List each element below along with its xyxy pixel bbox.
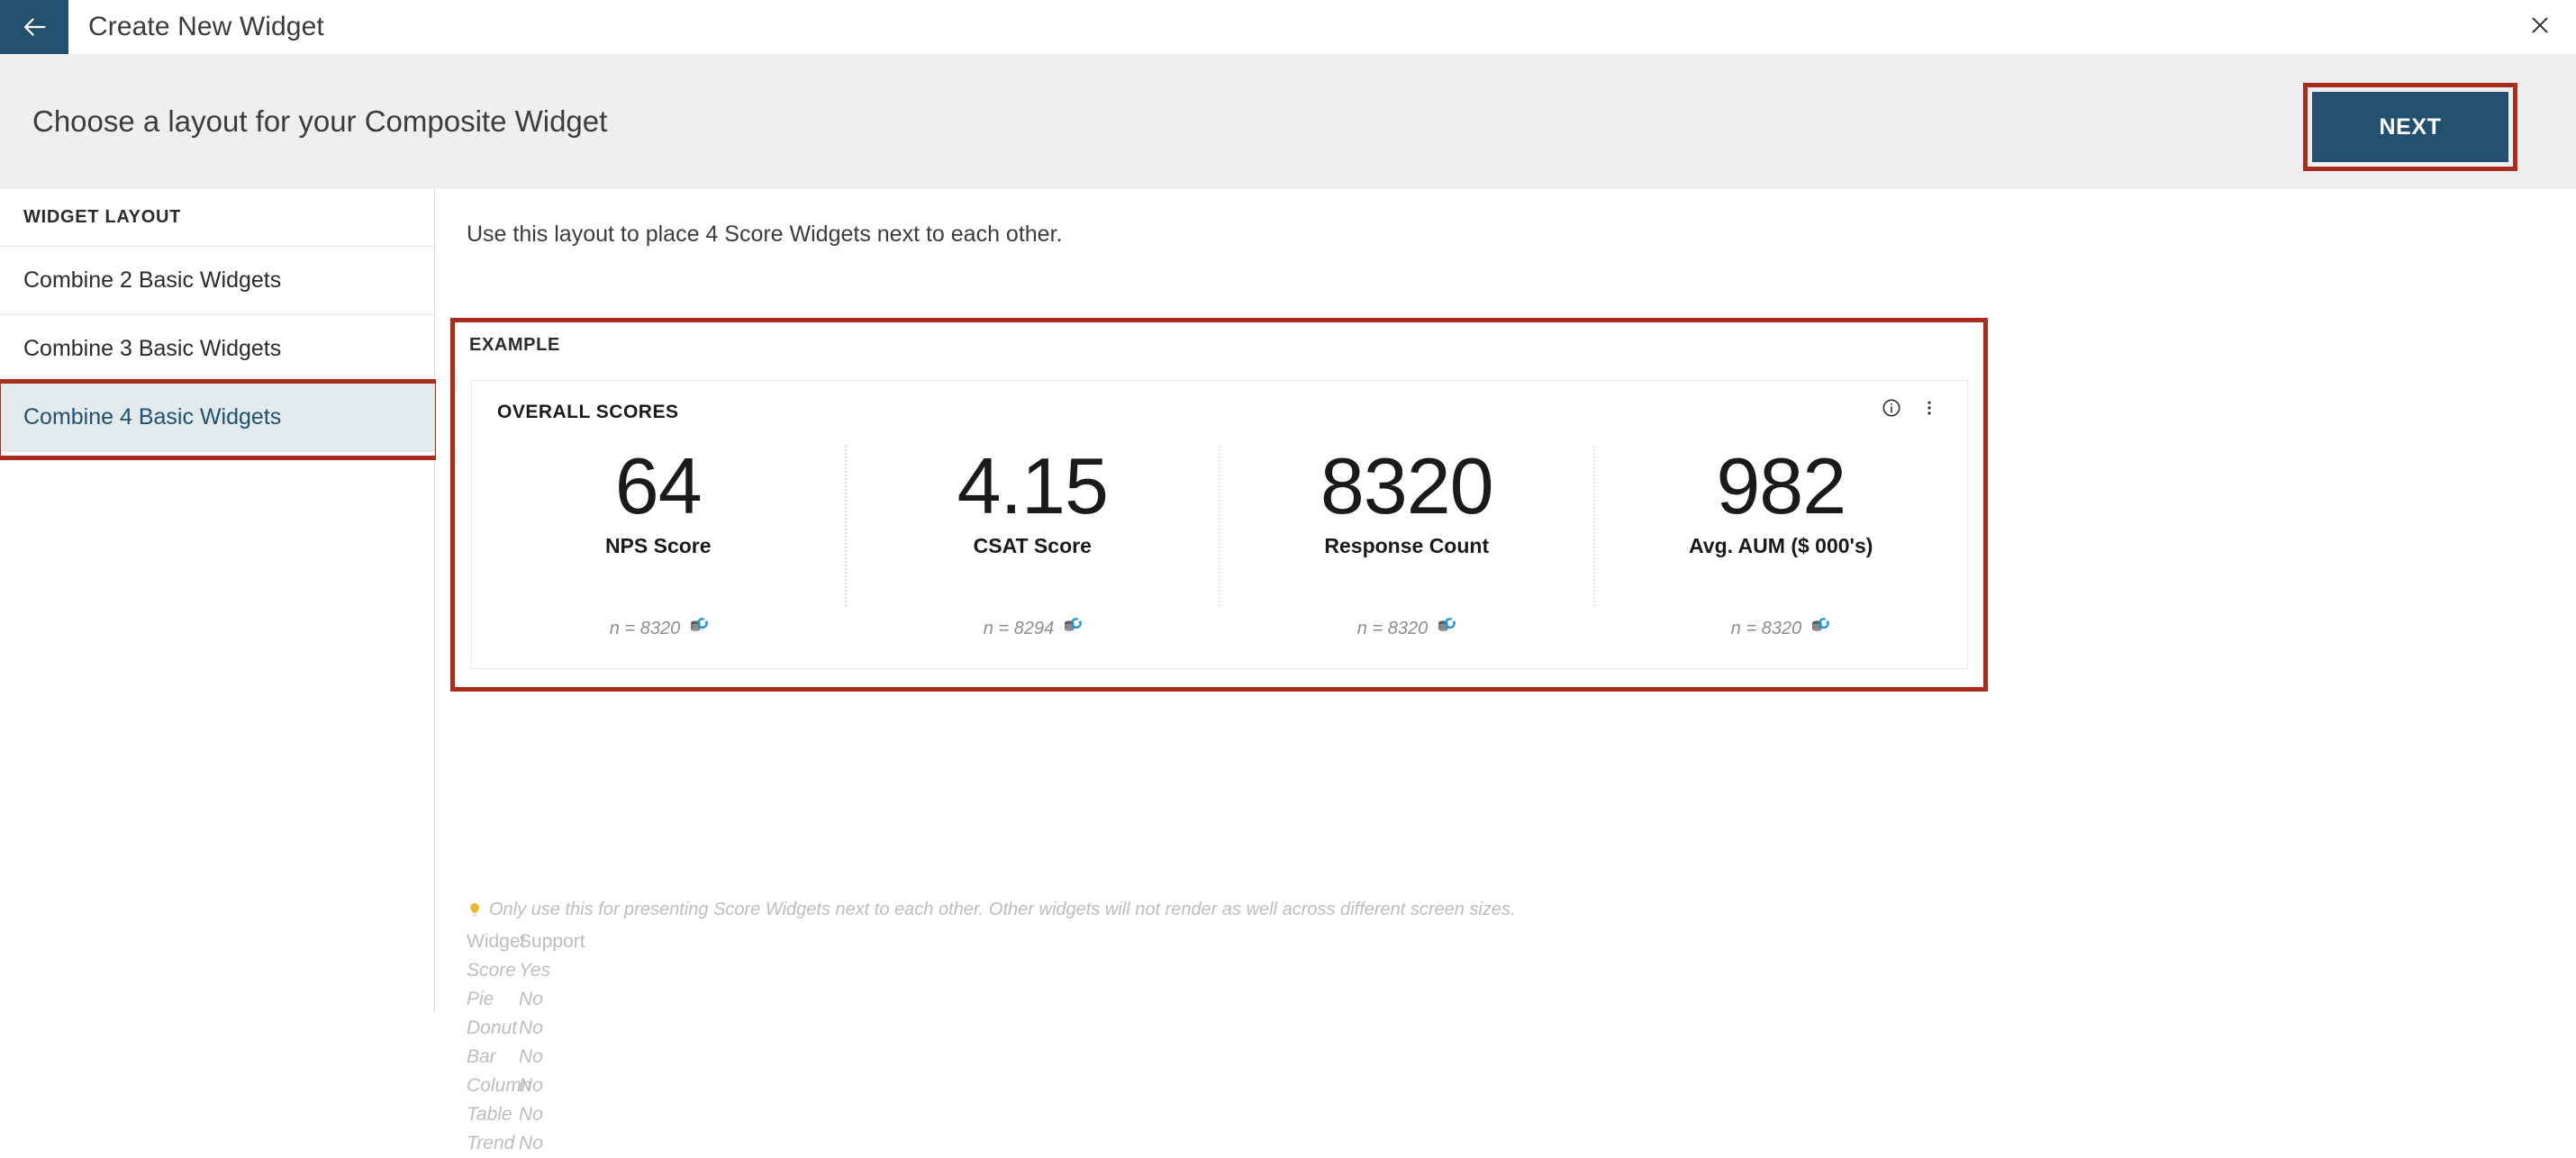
cell-widget: Score — [467, 960, 516, 981]
cell-support: No — [519, 1075, 543, 1096]
sidebar-item-label: Combine 4 Basic Widgets — [23, 404, 282, 430]
widget-card-actions — [1879, 397, 1942, 422]
page-title: Create New Widget — [88, 12, 324, 41]
sample-size-csat: n = 8294 — [846, 617, 1220, 641]
cell-support: No — [519, 989, 543, 1009]
cell-widget: Column — [467, 1075, 532, 1096]
info-circle-icon — [1882, 398, 1901, 422]
score-value: 64 — [614, 441, 703, 530]
table-row: Bar No — [467, 1043, 585, 1072]
sub-header: Choose a layout for your Composite Widge… — [0, 54, 2576, 189]
top-bar: Create New Widget — [0, 0, 2576, 54]
cell-widget: Pie — [467, 989, 494, 1009]
column-header-widget: Widget — [467, 931, 526, 952]
next-button-highlight: NEXT — [2303, 83, 2517, 171]
table-row: Column No — [467, 1072, 585, 1100]
close-icon — [2528, 14, 2552, 41]
score-cell-nps: 64 NPS Score — [472, 446, 845, 606]
table-row: Donut No — [467, 1014, 585, 1043]
lightbulb-icon — [467, 900, 483, 925]
score-label: Response Count — [1324, 533, 1490, 557]
database-refresh-icon — [1062, 617, 1083, 641]
sidebar-item-combine-2[interactable]: Combine 2 Basic Widgets — [0, 247, 434, 315]
score-cell-avg-aum: 982 Avg. AUM ($ 000's) — [1592, 441, 1968, 606]
cell-support: Yes — [519, 960, 551, 981]
sample-size-text: n = 8320 — [609, 619, 681, 638]
example-label: EXAMPLE — [469, 335, 560, 355]
usage-note-text: Only use this for presenting Score Widge… — [489, 900, 1516, 919]
next-button[interactable]: NEXT — [2312, 92, 2508, 162]
sidebar-item-label: Combine 3 Basic Widgets — [23, 336, 282, 361]
score-value: 982 — [1716, 441, 1846, 530]
widget-support-table: Widget Support Score Yes Pie No Donut No… — [467, 927, 585, 1158]
score-label: CSAT Score — [973, 533, 1092, 557]
cell-widget: Table — [467, 1104, 512, 1125]
score-value: 8320 — [1320, 441, 1494, 530]
sample-size-text: n = 8320 — [1730, 619, 1802, 638]
score-cell-csat: 4.15 CSAT Score — [844, 441, 1220, 606]
main-panel: Use this layout to place 4 Score Widgets… — [436, 189, 2576, 1153]
database-refresh-icon — [1810, 617, 1830, 641]
sample-size-nps: n = 8320 — [472, 617, 846, 641]
sidebar: WIDGET LAYOUT Combine 2 Basic Widgets Co… — [0, 189, 440, 1012]
score-cells-row: 64 NPS Score 4.15 CSAT Score 8320 Respon… — [472, 446, 1967, 606]
table-row: Table No — [467, 1100, 585, 1129]
cell-widget: Bar — [467, 1046, 496, 1067]
sample-size-row: n = 8320 n = 8294 n = 8320 n = 8320 — [472, 617, 1967, 641]
cell-support: No — [519, 1104, 543, 1125]
database-refresh-icon — [688, 617, 709, 641]
sample-size-response-count: n = 8320 — [1220, 617, 1593, 641]
score-label: Avg. AUM ($ 000's) — [1689, 533, 1873, 557]
score-label: NPS Score — [604, 533, 712, 557]
close-button[interactable] — [2524, 11, 2556, 43]
column-header-support: Support — [519, 931, 585, 952]
table-header-row: Widget Support — [467, 927, 585, 956]
cell-support: No — [519, 1133, 543, 1153]
table-row: Score Yes — [467, 956, 585, 985]
sidebar-item-combine-3[interactable]: Combine 3 Basic Widgets — [0, 315, 434, 384]
cell-widget: Donut — [467, 1018, 518, 1038]
back-button[interactable] — [0, 0, 68, 54]
cell-support: No — [519, 1046, 543, 1067]
usage-note: Only use this for presenting Score Widge… — [467, 900, 1516, 925]
example-preview-region: EXAMPLE OVERALL SCORES 64 NPS Score 4.15… — [450, 318, 1988, 692]
arrow-left-icon — [19, 12, 50, 42]
score-cell-response-count: 8320 Response Count — [1219, 446, 1593, 606]
database-refresh-icon — [1436, 617, 1456, 641]
sidebar-item-label: Combine 2 Basic Widgets — [23, 267, 282, 293]
sidebar-item-combine-4[interactable]: Combine 4 Basic Widgets — [0, 379, 440, 460]
sample-size-avg-aum: n = 8320 — [1593, 617, 1967, 641]
table-row: Trend No — [467, 1129, 585, 1158]
table-row: Pie No — [467, 985, 585, 1014]
sidebar-header: WIDGET LAYOUT — [0, 189, 434, 247]
more-vertical-icon — [1920, 398, 1938, 422]
widget-menu-button[interactable] — [1917, 397, 1942, 422]
widget-card-title: OVERALL SCORES — [497, 402, 679, 422]
sample-size-text: n = 8294 — [983, 619, 1055, 638]
layout-description: Use this layout to place 4 Score Widgets… — [467, 222, 1063, 247]
cell-support: No — [519, 1018, 543, 1038]
wizard-step-title: Choose a layout for your Composite Widge… — [32, 104, 608, 138]
sample-size-text: n = 8320 — [1356, 619, 1429, 638]
info-button[interactable] — [1879, 397, 1904, 422]
cell-widget: Trend — [467, 1133, 515, 1153]
score-value: 4.15 — [957, 441, 1109, 530]
example-widget-card: OVERALL SCORES 64 NPS Score 4.15 CSAT Sc… — [471, 380, 1968, 669]
